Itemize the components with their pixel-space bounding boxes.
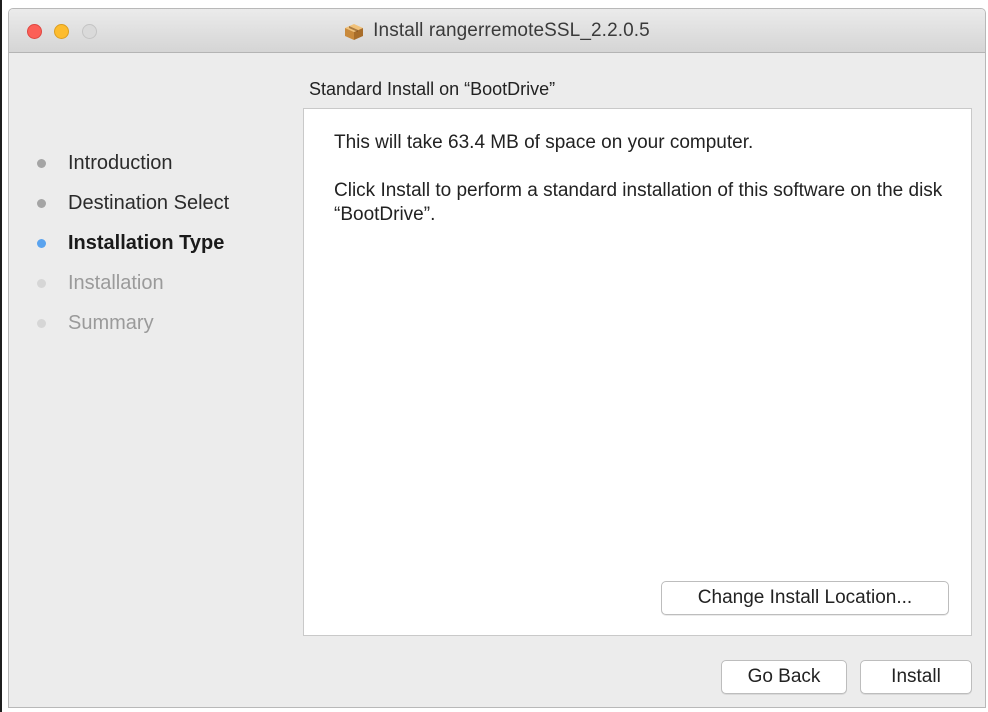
step-installation-type: Installation Type [37, 223, 297, 263]
step-label: Destination Select [68, 191, 230, 214]
current-step-dot-icon [37, 238, 46, 248]
install-button[interactable]: Install [860, 660, 972, 694]
step-introduction: Introduction [37, 143, 297, 183]
title-bar[interactable]: Install rangerremoteSSL_2.2.0.5 [9, 9, 985, 53]
go-back-button[interactable]: Go Back [721, 660, 847, 694]
step-installation: Installation [37, 263, 297, 303]
content-text: This will take 63.4 MB of space on your … [334, 131, 944, 227]
installer-window: Install rangerremoteSSL_2.2.0.5 Standard… [8, 8, 986, 708]
window-title: Install rangerremoteSSL_2.2.0.5 [373, 20, 650, 41]
step-dot-icon [37, 318, 46, 328]
installer-steps: Introduction Destination Select Installa… [37, 143, 297, 343]
title-wrap: Install rangerremoteSSL_2.2.0.5 [9, 9, 985, 53]
pane-title: Standard Install on “BootDrive” [309, 79, 556, 99]
step-label: Summary [68, 311, 154, 334]
space-required-message: This will take 63.4 MB of space on your … [334, 132, 754, 153]
step-label: Introduction [68, 151, 173, 174]
step-label: Installation [68, 271, 164, 294]
content-pane: This will take 63.4 MB of space on your … [303, 108, 972, 636]
step-summary: Summary [37, 303, 297, 343]
screen-edge [0, 0, 2, 712]
package-icon [345, 24, 364, 40]
step-label: Installation Type [68, 231, 225, 254]
install-instruction: Click Install to perform a standard inst… [334, 180, 943, 225]
change-install-location-button[interactable]: Change Install Location... [661, 581, 949, 615]
step-dot-icon [37, 278, 46, 288]
step-destination-select: Destination Select [37, 183, 297, 223]
step-dot-icon [37, 198, 46, 208]
step-dot-icon [37, 158, 46, 168]
